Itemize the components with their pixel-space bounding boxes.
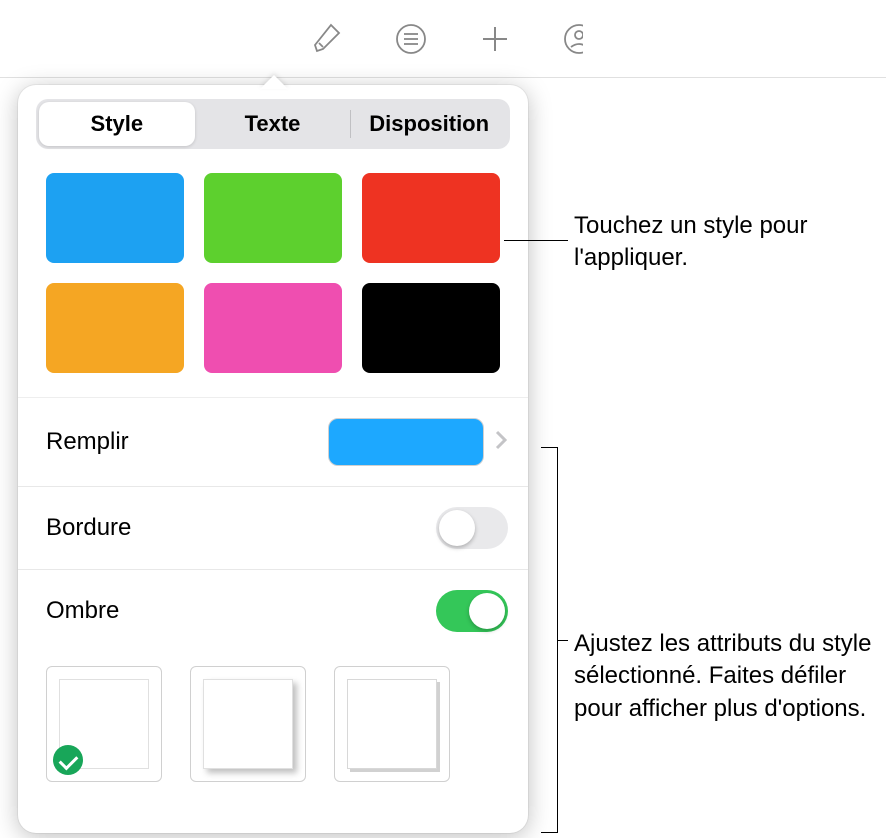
style-swatch-red[interactable] — [362, 173, 500, 263]
tab-style[interactable]: Style — [39, 102, 195, 146]
border-toggle[interactable] — [436, 507, 508, 549]
callout-line — [504, 240, 568, 241]
callout-line — [558, 640, 568, 641]
style-swatch-blue[interactable] — [46, 173, 184, 263]
list-icon[interactable] — [393, 21, 429, 57]
fill-control — [328, 418, 508, 466]
style-swatch-orange[interactable] — [46, 283, 184, 373]
border-row: Bordure — [18, 487, 528, 570]
callout-styles: Touchez un style pour l'appliquer. — [574, 210, 874, 275]
shadow-option-drop[interactable] — [190, 666, 306, 782]
fill-label: Remplir — [46, 428, 129, 456]
shadow-toggle[interactable] — [436, 590, 508, 632]
toggle-knob — [469, 593, 505, 629]
shadow-preview — [203, 679, 293, 769]
shadow-option-contact[interactable] — [334, 666, 450, 782]
tab-disposition[interactable]: Disposition — [351, 102, 507, 146]
fill-row[interactable]: Remplir — [18, 398, 528, 487]
shadow-label: Ombre — [46, 597, 119, 625]
popover-arrow — [260, 75, 288, 89]
shadow-preview — [59, 679, 149, 769]
style-swatch-black[interactable] — [362, 283, 500, 373]
style-swatch-pink[interactable] — [204, 283, 342, 373]
format-brush-icon[interactable] — [309, 21, 345, 57]
style-swatch-green[interactable] — [204, 173, 342, 263]
border-label: Bordure — [46, 514, 131, 542]
shadow-options — [18, 652, 528, 802]
fill-color-chip[interactable] — [328, 418, 484, 466]
add-icon[interactable] — [477, 21, 513, 57]
shadow-option-none[interactable] — [46, 666, 162, 782]
callout-tick — [541, 447, 550, 448]
tab-text[interactable]: Texte — [195, 102, 351, 146]
shadow-row: Ombre — [18, 570, 528, 652]
format-panel: Style Texte Disposition Remplir Bordure — [18, 85, 528, 833]
collaborate-icon[interactable] — [561, 21, 597, 57]
toolbar — [0, 0, 886, 78]
callout-attributes: Ajustez les attributs du style sélection… — [574, 628, 884, 725]
callout-tick — [541, 832, 550, 833]
shadow-preview — [347, 679, 437, 769]
callout-bracket — [550, 447, 558, 833]
chevron-right-icon — [494, 427, 508, 458]
toggle-knob — [439, 510, 475, 546]
style-swatch-grid — [18, 167, 528, 397]
style-settings: Remplir Bordure Ombre — [18, 397, 528, 802]
tab-bar: Style Texte Disposition — [36, 99, 510, 149]
